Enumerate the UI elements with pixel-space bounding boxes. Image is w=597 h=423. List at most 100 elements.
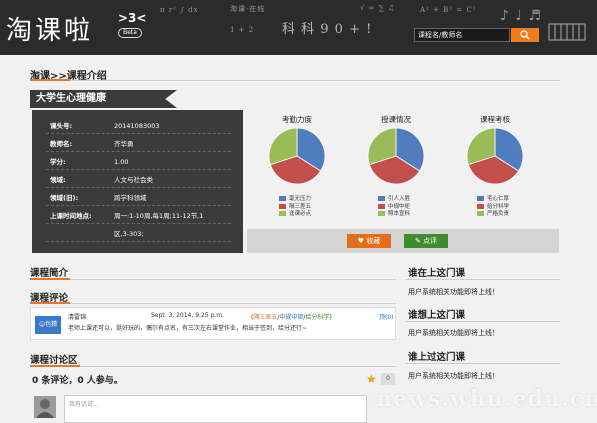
chart-title-teaching: 授课情况 [381,115,411,124]
sidebar-text: 用户系统相关功能即将上线！ [408,372,499,380]
legend-swatch [477,203,484,209]
divider [405,321,560,322]
info-row-field: 领域: 人文与社会类 [46,172,231,188]
section-title-intro: 课程简介 [30,268,69,279]
pie-chart-teaching [367,128,425,185]
info-row-teacher: 教师名: 齐华勇 [46,136,231,152]
pie-chart-attendance [268,128,326,185]
legend-swatch [378,211,385,216]
site-logo[interactable]: 淘课啦 [6,10,93,47]
course-title: 大学生心理健康 [30,90,177,108]
chalk-doodle: π r² ∫ dx [160,6,199,14]
search-button[interactable] [511,28,539,42]
legend-item: 宅心仁厚 [477,196,509,204]
site-header: 淘课·在线 科 科 9 0 + ! 1 + 2 √ ∞ ∑ ♫ π r² ∫ d… [0,0,597,55]
favorite-button[interactable]: ♥ 收藏 [347,234,391,248]
info-row-schedule: 上课时间地点: 周一:1-10周,每1周;11-12节,1 [46,208,231,224]
chalk-doodle: 淘课·在线 [230,5,266,13]
info-row-credit: 学分: 1.00 [46,154,231,170]
logo-emoticon: >3< [118,11,147,25]
review-tags: (隔三差五/中规中矩/给分科学) [251,314,332,321]
legend-item: 严格负责 [477,211,509,219]
divider-accent [30,79,70,81]
legend-swatch [279,211,286,216]
legend-item: 逢课必点 [279,211,311,219]
info-row-field-old: 领域(旧): 跨学科领域 [46,190,231,206]
avatar [34,396,56,418]
review-grade-icon: ☺包猜 [35,316,61,334]
upvote-link[interactable]: 顶(0) [379,312,394,321]
review-user[interactable]: 清雷锦 [68,312,86,321]
legend-swatch [279,196,286,201]
divider [405,363,560,364]
info-key: 课头号: [50,122,73,130]
divider [30,366,396,367]
sidebar-text: 用户系统相关功能即将上线！ [408,288,499,296]
info-value: 周一:1-10周,每1周;11-12节,1 [114,212,204,220]
divider [30,80,560,81]
legend-item: 照本宣科 [378,211,410,219]
legend-item: 引人入胜 [378,196,410,204]
user-icon [36,399,54,418]
info-value: 区,3-303; [114,230,144,238]
beta-badge: Beta [118,28,142,38]
info-key: 上课时间地点: [50,212,92,220]
divider [30,303,396,304]
legend-swatch [477,211,484,216]
chalk-piano-icon [548,23,586,41]
sidebar-title-taking: 谁在上这门课 [408,268,466,279]
search-icon [520,30,530,40]
legend-item: 毫无压力 [279,196,311,204]
chalk-doodle: 1 + 2 [230,26,255,34]
chalk-doodle: √ ∞ ∑ ♫ [360,4,396,12]
legend-item: 隔三差五 [279,203,311,212]
sidebar-text: 用户系统相关功能即将上线！ [408,329,499,337]
info-value: 齐华勇 [114,140,134,148]
info-key: 领域(旧): [50,194,79,202]
info-value: 20141083003 [114,122,160,130]
legend-swatch [378,196,385,201]
chart-legend: 引人入胜 中规中矩 照本宣科 [378,196,410,219]
review-date: Sept. 3, 2014, 9:25 p.m. [151,312,225,319]
chalk-doodle: 科 科 9 0 + ! [282,22,373,37]
info-row-course-id: 课头号: 20141083003 [46,118,231,134]
divider-accent [30,365,80,367]
divider-accent [30,278,70,280]
pie-chart-assessment [466,128,524,185]
discussion-stats: 0 条评论，0 人参与。 [32,376,123,386]
star-count: 0 [381,373,395,385]
review-item: ☺包猜 清雷锦 Sept. 3, 2014, 9:25 p.m. (隔三差五/中… [30,307,396,340]
info-key: 教师名: [50,140,73,148]
search-input[interactable]: 课程名/教师名 [414,28,510,42]
divider [405,279,560,280]
legend-swatch [279,203,286,209]
chalk-doodle: ♪ ♩ ♬ [500,8,542,24]
info-row-schedule-cont: 区,3-303; [46,226,231,242]
legend-swatch [477,196,484,201]
legend-swatch [378,203,385,209]
chart-title-attendance: 考勤力度 [282,115,312,124]
review-text: 老师上课还可以，挺好玩的，偶尔有点名，有三次左右课堂作业，相当于签到，给分还行~ [68,325,308,332]
chart-legend: 宅心仁厚 给分科学 严格负责 [477,196,509,219]
legend-item: 给分科学 [477,203,509,212]
divider-accent [30,302,70,304]
comment-input[interactable]: 我有话说... [64,395,367,423]
sidebar-title-taken: 谁上过这门课 [408,352,466,363]
legend-item: 中规中矩 [378,203,410,212]
info-key: 领域: [50,176,66,184]
info-key: 学分: [50,158,66,166]
chart-legend: 毫无压力 隔三差五 逢课必点 [279,196,311,219]
chalk-doodle: A² + B² = C² [420,6,477,14]
rate-button[interactable]: ✎ 点评 [404,234,448,248]
info-value: 1.00 [114,158,129,166]
sidebar-title-want: 谁想上这门课 [408,310,466,321]
star-icon[interactable]: ★ [366,372,377,386]
watermark: news.whu.edu.cn [376,386,597,412]
section-title-discussion: 课程讨论区 [30,355,78,366]
course-info-panel: 课头号: 20141083003 教师名: 齐华勇 学分: 1.00 领域: 人文与社会… [32,110,243,253]
divider [30,279,396,280]
chart-title-assessment: 课程考核 [480,115,510,124]
action-bar: ♥ 收藏 ✎ 点评 [247,229,559,253]
info-value: 跨学科领域 [114,194,147,202]
info-value: 人文与社会类 [114,176,153,184]
